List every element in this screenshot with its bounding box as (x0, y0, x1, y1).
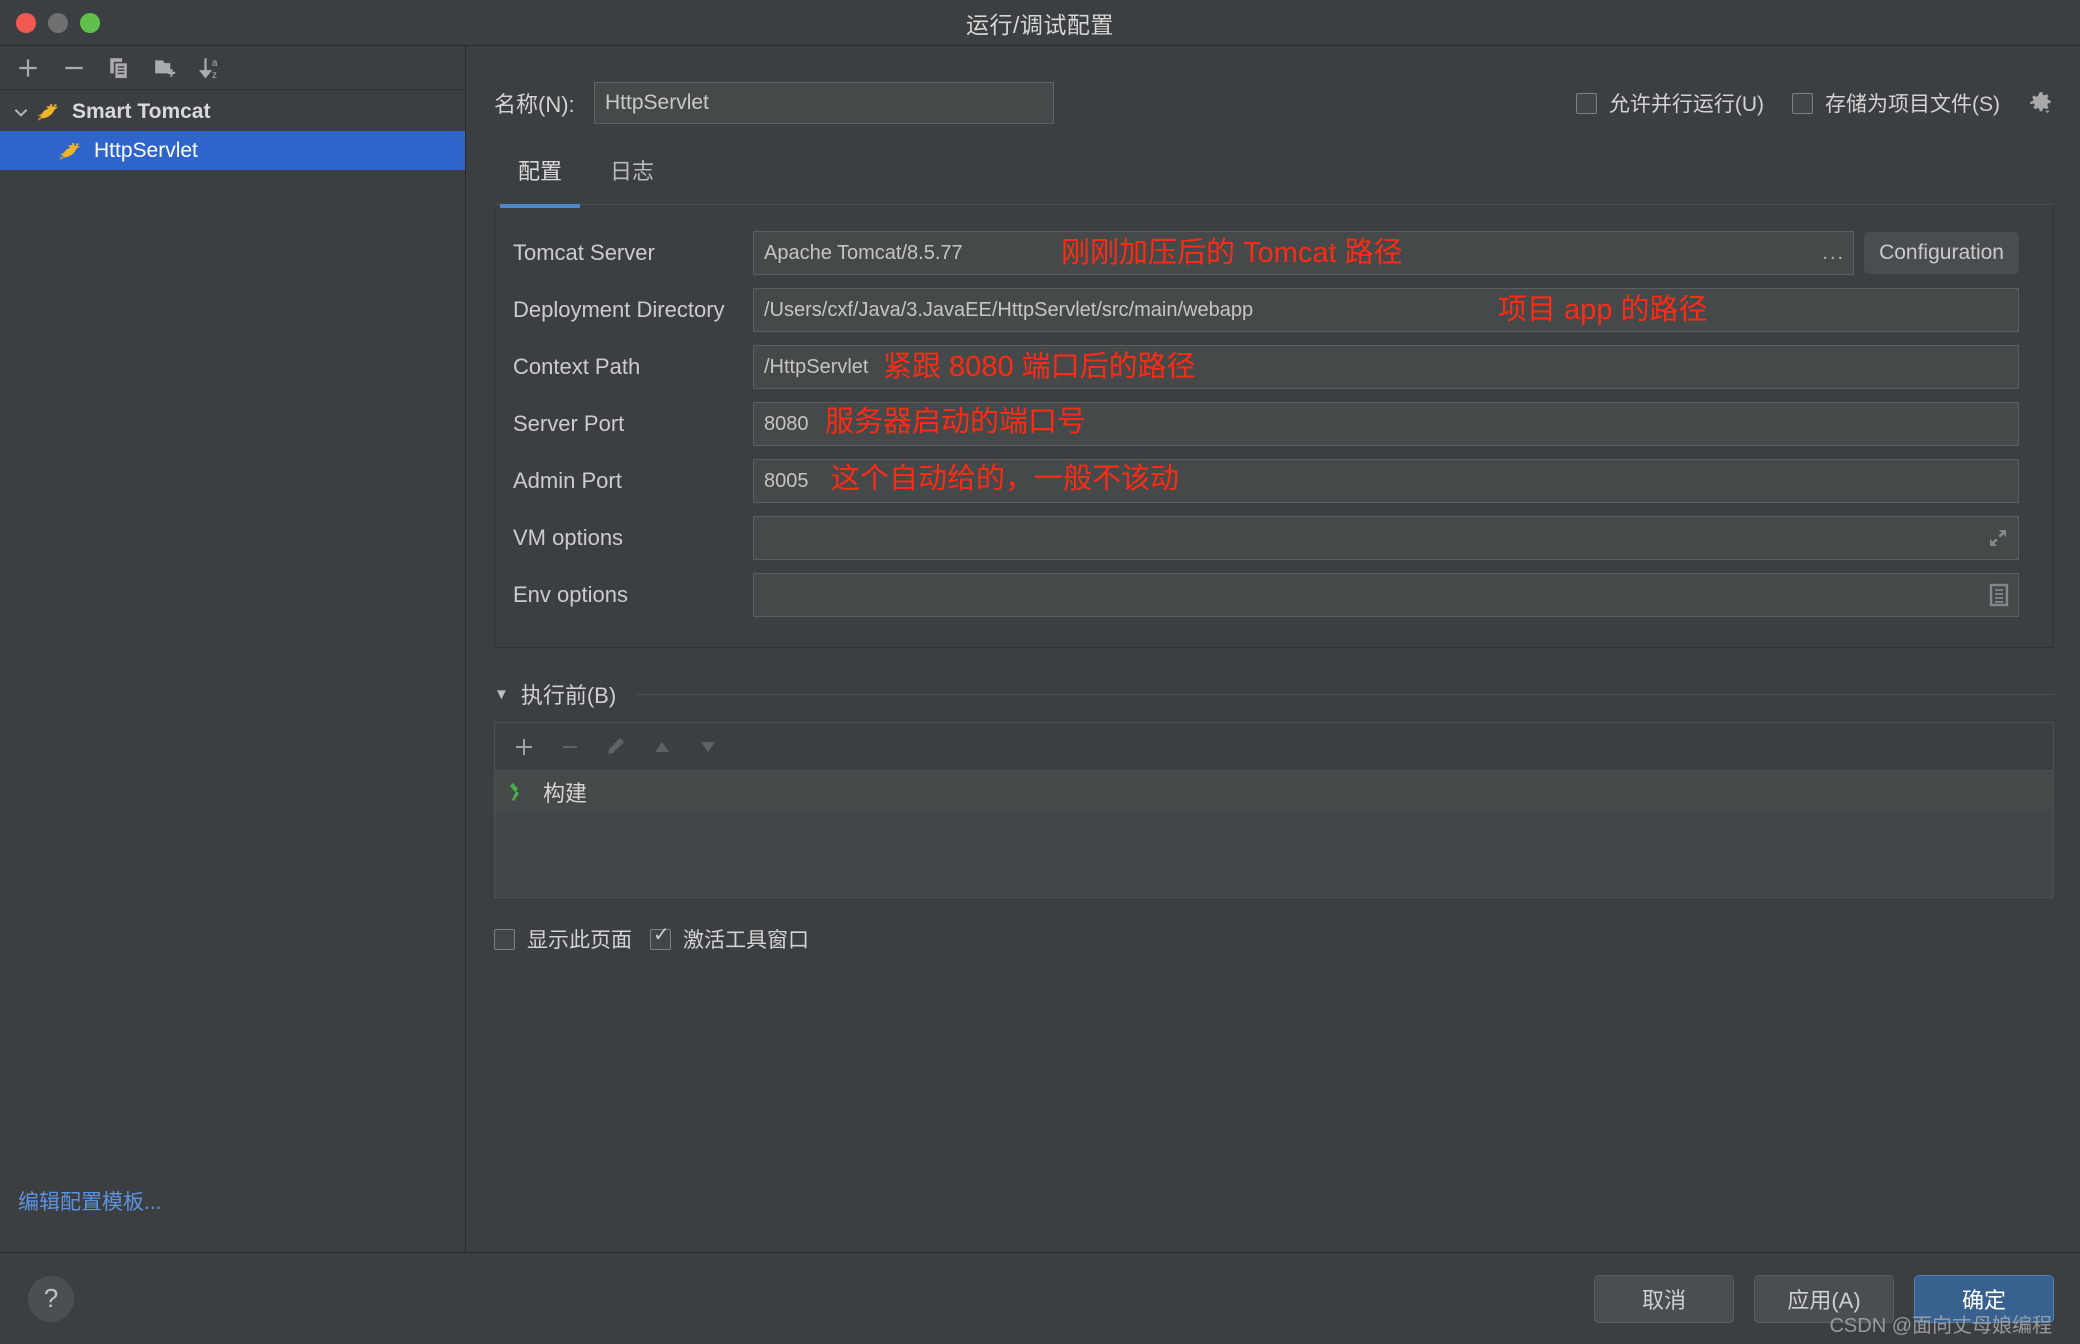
cancel-button[interactable]: 取消 (1594, 1274, 1734, 1323)
field-row-vm-options: VM options (513, 516, 2019, 560)
name-label: 名称(N): (494, 92, 575, 117)
activate-tool-window-checkbox[interactable]: 激活工具窗口 (650, 924, 809, 954)
add-configuration-button[interactable] (8, 50, 48, 86)
remove-configuration-button[interactable] (54, 50, 94, 86)
vm-options-label: VM options (513, 525, 624, 550)
dialog-body: a z Smart Tomcat HttpServlet 编辑配置模板... 名… (0, 46, 2080, 1252)
help-button[interactable]: ? (28, 1275, 74, 1322)
server-port-label: Server Port (513, 411, 625, 436)
configuration-name-input[interactable] (594, 82, 1054, 124)
before-launch-title: 执行前(B) (520, 683, 617, 708)
configuration-tabs: 配置 日志 (494, 154, 2054, 208)
before-launch-section: ▼ 执行前(B) 构建 (494, 678, 2054, 898)
sort-az-button[interactable]: a z (192, 50, 232, 86)
edit-task-button[interactable] (595, 726, 637, 768)
browse-icon[interactable]: ... (1822, 242, 1845, 265)
gear-dropdown-icon[interactable] (2028, 90, 2054, 116)
edit-configuration-templates[interactable]: 编辑配置模板... (0, 1186, 465, 1252)
admin-port-value: 8005 (764, 469, 809, 492)
configurations-sidebar: a z Smart Tomcat HttpServlet 编辑配置模板... (0, 46, 466, 1252)
tree-group-smart-tomcat[interactable]: Smart Tomcat (0, 92, 465, 131)
move-task-up-button[interactable] (641, 726, 683, 768)
vm-options-input[interactable] (753, 516, 2019, 560)
tomcat-icon (59, 142, 80, 160)
context-path-label: Context Path (513, 354, 641, 379)
checkbox-box[interactable] (1792, 92, 1813, 114)
checkbox-box[interactable] (494, 928, 515, 950)
configuration-fields-card: Tomcat Server Apache Tomcat/8.5.77 ... C… (494, 204, 2054, 648)
deployment-directory-label: Deployment Directory (513, 297, 725, 322)
before-launch-task-label: 构建 (543, 781, 588, 806)
zoom-window-button[interactable] (80, 13, 100, 33)
close-window-button[interactable] (16, 13, 36, 33)
field-row-admin-port: Admin Port 8005 这个自动给的，一般不该动 (513, 459, 2019, 503)
tomcat-configuration-button[interactable]: Configuration (1864, 232, 2019, 274)
window-title: 运行/调试配置 (966, 11, 1114, 38)
before-launch-task-list[interactable]: 构建 (494, 770, 2054, 898)
deployment-directory-input[interactable]: /Users/cxf/Java/3.JavaEE/HttpServlet/src… (753, 288, 2019, 332)
top-right-options: 允许并行运行(U) 存储为项目文件(S) (1575, 88, 2054, 118)
title-bar: 运行/调试配置 (0, 0, 2080, 46)
context-path-value: /HttpServlet (764, 355, 869, 378)
field-row-server-port: Server Port 8080 服务器启动的端口号 (513, 402, 2019, 446)
field-row-context-path: Context Path /HttpServlet 紧跟 8080 端口后的路径 (513, 345, 2019, 389)
before-launch-toolbar (494, 722, 2054, 770)
build-hammer-icon (510, 783, 519, 801)
tree-item-label: HttpServlet (94, 138, 198, 162)
server-port-value: 8080 (764, 412, 809, 435)
checkbox-box[interactable] (1575, 92, 1597, 114)
tab-logs[interactable]: 日志 (586, 154, 678, 200)
configuration-main-panel: 名称(N): 允许并行运行(U) 存储为项目文件(S) (466, 46, 2080, 1252)
svg-text:z: z (212, 69, 217, 80)
watermark: CSDN @面向丈母娘编程 (1829, 1315, 2052, 1337)
tomcat-server-label: Tomcat Server (513, 240, 655, 265)
before-launch-task-item[interactable]: 构建 (495, 771, 2053, 813)
copy-configuration-button[interactable] (100, 50, 140, 86)
chevron-down-icon[interactable] (8, 103, 34, 121)
expand-icon[interactable] (1986, 526, 2010, 550)
admin-port-label: Admin Port (513, 468, 622, 493)
remove-task-button[interactable] (549, 726, 591, 768)
env-options-input[interactable] (753, 573, 2019, 617)
bottom-checkbox-row: 显示此页面 激活工具窗口 (494, 924, 2054, 954)
show-this-page-label: 显示此页面 (527, 929, 632, 952)
caret-down-icon[interactable]: ▼ (494, 686, 509, 703)
activate-tool-window-label: 激活工具窗口 (683, 929, 809, 952)
field-row-env-options: Env options (513, 573, 2019, 617)
server-port-input[interactable]: 8080 (753, 402, 2019, 446)
deployment-directory-value: /Users/cxf/Java/3.JavaEE/HttpServlet/src… (764, 298, 1254, 321)
add-task-button[interactable] (503, 726, 545, 768)
store-as-project-file-checkbox[interactable]: 存储为项目文件(S) (1792, 88, 2000, 118)
env-options-label: Env options (513, 582, 628, 607)
allow-parallel-run-checkbox[interactable]: 允许并行运行(U) (1575, 88, 1764, 118)
dialog-footer: ? 取消 应用(A) 确定 CSDN @面向丈母娘编程 (0, 1252, 2080, 1344)
list-edit-icon[interactable] (1988, 583, 2010, 607)
allow-parallel-run-label: 允许并行运行(U) (1608, 93, 1764, 116)
name-row: 名称(N): 允许并行运行(U) 存储为项目文件(S) (494, 82, 2054, 124)
tomcat-icon (37, 103, 58, 121)
new-folder-button[interactable] (146, 50, 186, 86)
checkbox-box[interactable] (650, 925, 671, 950)
window-controls (16, 0, 100, 46)
minimize-window-button[interactable] (48, 13, 68, 33)
edit-templates-link[interactable]: 编辑配置模板... (18, 1191, 162, 1214)
field-row-deployment-directory: Deployment Directory /Users/cxf/Java/3.J… (513, 288, 2019, 332)
run-debug-configurations-dialog: 运行/调试配置 a z Smart Tomcat HttpServlet 编辑配… (0, 0, 2080, 1344)
move-task-down-button[interactable] (687, 726, 729, 768)
configurations-tree: Smart Tomcat HttpServlet (0, 90, 465, 1186)
show-this-page-checkbox[interactable]: 显示此页面 (494, 924, 632, 954)
field-row-tomcat-server: Tomcat Server Apache Tomcat/8.5.77 ... C… (513, 231, 2019, 275)
context-path-input[interactable]: /HttpServlet (753, 345, 2019, 389)
section-divider (636, 693, 2054, 695)
svg-text:a: a (212, 57, 218, 68)
tree-group-label: Smart Tomcat (72, 99, 211, 123)
tomcat-server-value: Apache Tomcat/8.5.77 (764, 241, 963, 264)
tomcat-server-input[interactable]: Apache Tomcat/8.5.77 ... (753, 231, 1855, 275)
store-as-project-file-label: 存储为项目文件(S) (1825, 93, 2000, 116)
sidebar-item-httpservlet[interactable]: HttpServlet (0, 131, 465, 170)
tab-configuration[interactable]: 配置 (494, 154, 586, 208)
before-launch-header[interactable]: ▼ 执行前(B) (494, 678, 2054, 710)
sidebar-toolbar: a z (0, 46, 465, 90)
admin-port-input[interactable]: 8005 (753, 459, 2019, 503)
